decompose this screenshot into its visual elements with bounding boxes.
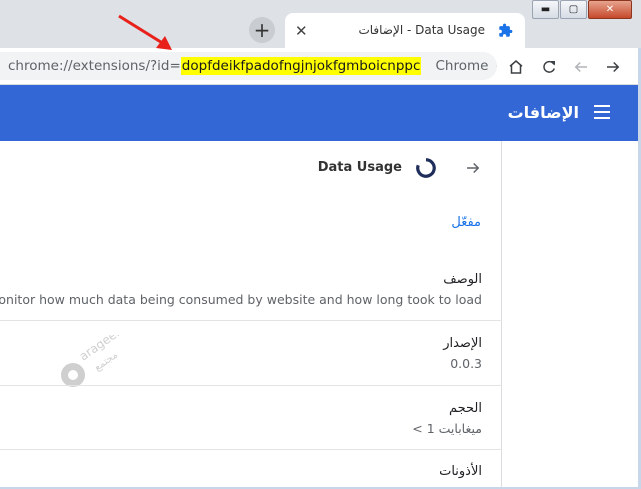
version-section: الإصدار 0.0.3	[0, 321, 502, 386]
description-section: الوصف Monitor how much data being consum…	[0, 258, 502, 321]
annotation-arrow-icon	[118, 14, 172, 50]
arrow-left-icon	[574, 61, 587, 73]
page-title: الإضافات	[507, 103, 579, 122]
extensions-header: الإضافات	[0, 85, 641, 141]
permissions-section: الأذونات	[0, 450, 502, 489]
url-extension-id: dopfdeikfpadofngjnjokfgmboicnppc	[180, 57, 422, 75]
extension-name: Data Usage	[317, 160, 402, 175]
right-margin	[503, 141, 641, 489]
enabled-status[interactable]: مفعّل	[451, 215, 481, 230]
url-prefix: chrome://extensions/?id=	[8, 58, 181, 74]
chrome-label: Chrome	[435, 58, 489, 74]
reload-icon	[543, 60, 555, 73]
home-icon	[509, 60, 523, 74]
version-label: الإصدار	[443, 336, 482, 351]
tab-strip: ▬ ▢ ✕ + ✕ الإضافات - Data Usage	[0, 0, 641, 48]
version-value: 0.0.3	[450, 356, 482, 371]
puzzle-icon	[499, 23, 513, 37]
extension-detail-panel: Data Usage مفعّل arageek مجتمع الوصف Mon…	[0, 141, 502, 489]
back-button[interactable]	[571, 57, 591, 77]
new-tab-button[interactable]: +	[249, 17, 275, 43]
tab-title: الإضافات - Data Usage	[358, 23, 485, 37]
detail-header: Data Usage	[0, 141, 502, 197]
data-usage-logo-icon	[416, 158, 436, 178]
size-section: الحجم < 1 ميغابايت	[0, 386, 502, 450]
minimize-button[interactable]: ▬	[532, 0, 559, 19]
home-button[interactable]	[506, 57, 526, 77]
permissions-label: الأذونات	[439, 464, 482, 479]
address-bar[interactable]: chrome://extensions/?id= dopfdeikfpadofng…	[0, 52, 497, 80]
close-window-button[interactable]: ✕	[588, 0, 632, 19]
arrow-right-icon	[607, 61, 620, 73]
maximize-button[interactable]: ▢	[560, 0, 587, 19]
window-controls: ▬ ▢ ✕	[531, 0, 632, 19]
forward-button[interactable]	[603, 57, 623, 77]
browser-toolbar: chrome://extensions/?id= dopfdeikfpadofng…	[0, 48, 641, 85]
size-label: الحجم	[448, 401, 482, 416]
menu-icon[interactable]	[594, 105, 610, 119]
tab-close-icon[interactable]: ✕	[295, 22, 308, 40]
size-value: < 1 ميغابايت	[412, 421, 482, 436]
reload-button[interactable]	[539, 57, 559, 77]
description-value: Monitor how much data being consumed by …	[0, 292, 482, 307]
chrome-logo-icon	[496, 65, 497, 67]
description-label: الوصف	[443, 272, 482, 287]
back-arrow-icon[interactable]	[464, 159, 482, 177]
tab-extensions[interactable]: ✕ الإضافات - Data Usage	[285, 13, 525, 48]
